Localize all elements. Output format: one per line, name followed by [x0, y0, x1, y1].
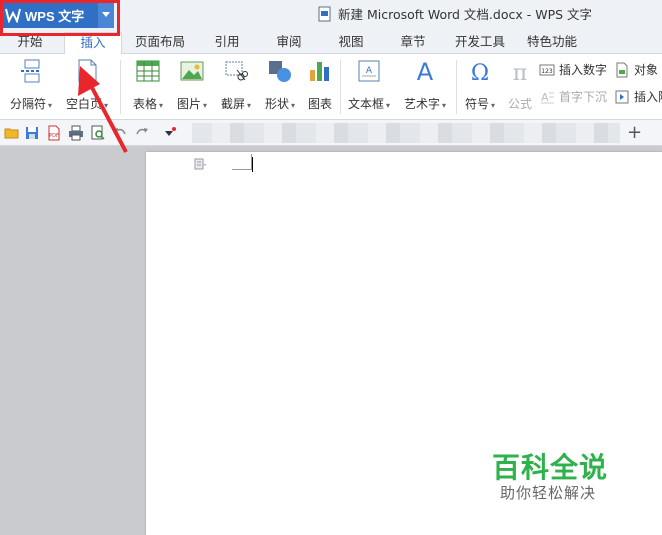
insert-number-icon: 123: [539, 64, 555, 75]
ribbon-tabs: 开始 插入 页面布局 引用 审阅 视图 章节 开发工具 特色功能: [0, 30, 662, 54]
print-icon[interactable]: [68, 125, 84, 141]
document-icon: [318, 6, 331, 21]
chevron-down-icon: [102, 12, 110, 17]
tab-chapter[interactable]: 章节: [392, 32, 434, 54]
tab-insert[interactable]: 插入: [64, 32, 122, 54]
chart-icon: [310, 62, 329, 81]
margin-corner-mark: [232, 154, 252, 170]
app-menu-dropdown[interactable]: [98, 2, 114, 28]
wps-logo-icon: [5, 8, 21, 23]
save-icon[interactable]: [24, 125, 40, 141]
text-cursor: [252, 157, 253, 172]
insert-number-button[interactable]: 123 插入数字: [539, 61, 607, 78]
tab-references[interactable]: 引用: [206, 32, 248, 54]
customize-toolbar-icon[interactable]: [162, 125, 178, 141]
tab-page-layout[interactable]: 页面布局: [130, 32, 190, 54]
wordart-icon: A: [417, 58, 434, 86]
wps-app-menu-button[interactable]: WPS 文字: [2, 2, 114, 28]
tab-view[interactable]: 视图: [330, 32, 372, 54]
svg-text:π: π: [513, 61, 527, 84]
textbox-button[interactable]: A 文本框 ▾: [344, 58, 394, 112]
attachment-icon: [615, 90, 629, 103]
object-button[interactable]: 对象: [614, 61, 658, 78]
undo-icon[interactable]: [112, 125, 128, 141]
tab-home[interactable]: 开始: [4, 32, 56, 54]
print-preview-icon[interactable]: [90, 125, 106, 141]
watermark-subtitle: 助你轻松解决: [500, 484, 597, 502]
export-pdf-icon[interactable]: PDF: [46, 125, 62, 141]
shapes-button[interactable]: 形状 ▾: [260, 58, 300, 112]
new-tab-plus-icon[interactable]: +: [627, 122, 642, 143]
page-break-icon: [21, 59, 41, 83]
formula-button[interactable]: π 公式: [504, 58, 536, 112]
insert-attachment-button[interactable]: 插入附: [614, 88, 662, 105]
svg-text:A: A: [417, 58, 434, 84]
svg-text:123: 123: [541, 68, 553, 75]
tab-review[interactable]: 审阅: [268, 32, 310, 54]
svg-text:Ω: Ω: [471, 61, 489, 84]
watermark-title: 百科全说: [492, 451, 609, 484]
ribbon-separator: [120, 60, 121, 114]
ribbon-insert: 分隔符 ▾ 空白页 ▾ 表格 ▾ 图片 ▾ 截屏 ▾ 形状 ▾ 图表 A 文本框 ▾ A 艺术…: [0, 54, 662, 120]
screenshot-icon: [225, 61, 248, 81]
tab-special-features[interactable]: 特色功能: [522, 32, 582, 54]
window-title: 新建 Microsoft Word 文档.docx - WPS 文字: [318, 4, 592, 23]
ribbon-separator: [456, 60, 457, 114]
tab-developer[interactable]: 开发工具: [450, 32, 510, 54]
chart-button[interactable]: 图表: [304, 58, 336, 112]
picture-button[interactable]: 图片 ▾: [172, 58, 212, 112]
textbox-icon: A: [358, 60, 380, 82]
pi-icon: π: [513, 61, 527, 86]
paragraph-layout-icon[interactable]: [194, 158, 206, 170]
blurred-toolbar-region: [192, 123, 620, 143]
blank-page-button[interactable]: 空白页 ▾: [62, 58, 112, 112]
omega-icon: Ω: [471, 61, 489, 86]
ribbon-separator: [340, 60, 341, 114]
svg-text:A: A: [366, 66, 373, 76]
title-bar: WPS 文字 新建 Microsoft Word 文档.docx - WPS 文…: [0, 0, 662, 30]
blank-page-icon: [78, 59, 97, 83]
symbol-button[interactable]: Ω 符号 ▾: [460, 58, 500, 112]
svg-text:PDF: PDF: [49, 133, 59, 139]
object-icon: [616, 62, 628, 77]
redo-icon[interactable]: [134, 125, 150, 141]
drop-cap-button[interactable]: A 首字下沉: [539, 88, 607, 105]
table-icon: [136, 60, 160, 82]
shapes-icon: [269, 61, 291, 82]
app-name: WPS 文字: [25, 8, 85, 24]
table-button[interactable]: 表格 ▾: [128, 58, 168, 112]
svg-text:A: A: [541, 91, 549, 104]
wordart-button[interactable]: A 艺术字 ▾: [400, 58, 450, 112]
screenshot-button[interactable]: 截屏 ▾: [216, 58, 256, 112]
open-folder-icon[interactable]: [4, 125, 20, 141]
quick-access-toolbar: PDF +: [0, 120, 662, 146]
picture-icon: [180, 61, 204, 81]
page-break-button[interactable]: 分隔符 ▾: [6, 58, 56, 112]
drop-cap-icon: A: [541, 91, 554, 104]
